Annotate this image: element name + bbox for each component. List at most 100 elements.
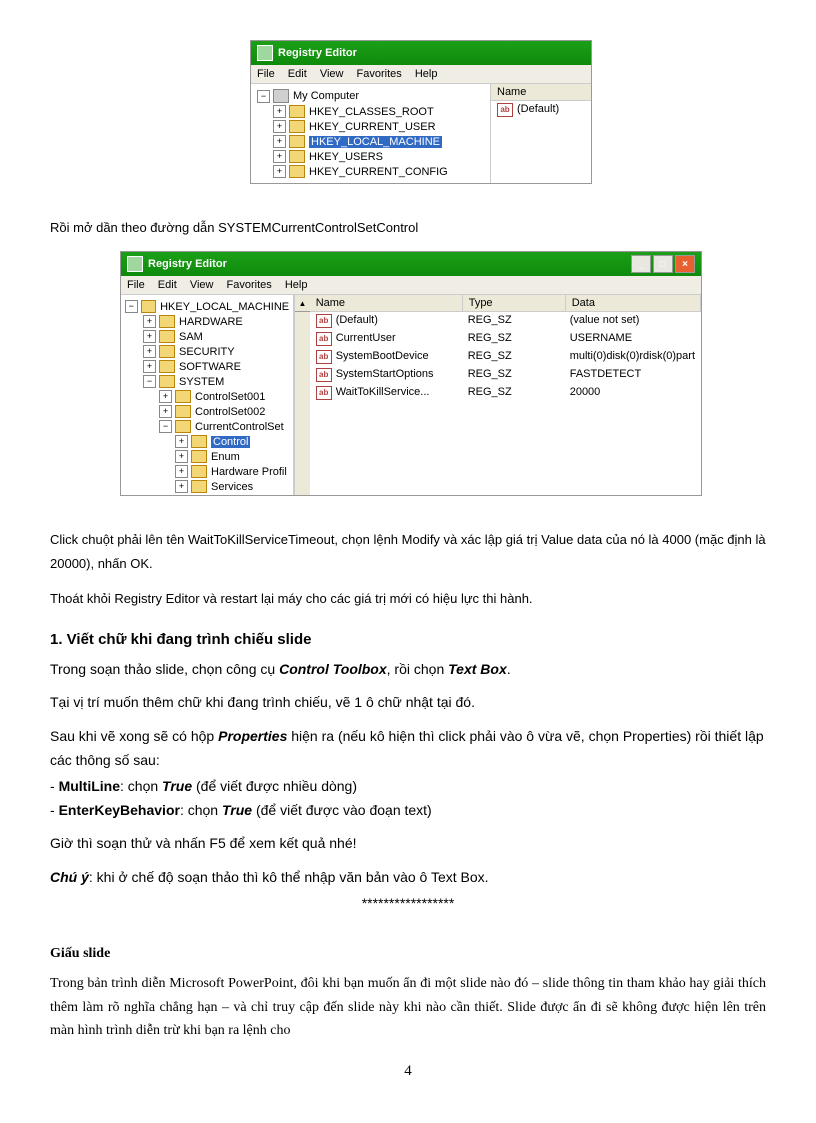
expand-icon[interactable]: + bbox=[175, 435, 188, 448]
menubar: File Edit View Favorites Help bbox=[251, 65, 591, 84]
minimize-button[interactable]: _ bbox=[631, 255, 651, 273]
expand-icon[interactable]: + bbox=[273, 135, 286, 148]
value-row[interactable]: abSystemStartOptionsREG_SZFASTDETECT bbox=[310, 366, 701, 384]
expand-icon[interactable]: + bbox=[143, 345, 156, 358]
window-buttons: _ □ × bbox=[631, 255, 695, 273]
collapse-icon[interactable]: − bbox=[143, 375, 156, 388]
folder-icon bbox=[289, 150, 305, 163]
folder-icon bbox=[159, 315, 175, 328]
menu-edit[interactable]: Edit bbox=[158, 279, 177, 291]
column-header-type[interactable]: Type bbox=[463, 295, 566, 311]
expand-icon[interactable]: + bbox=[159, 390, 172, 403]
tree-item-selected[interactable]: +Control bbox=[125, 434, 289, 449]
menu-view[interactable]: View bbox=[190, 279, 214, 291]
titlebar: Registry Editor _ □ × bbox=[121, 252, 701, 276]
tree-item[interactable]: +HKEY_USERS bbox=[255, 149, 486, 164]
tree-item[interactable]: +ControlSet002 bbox=[125, 404, 289, 419]
values-panel: Name ab(Default) bbox=[490, 84, 591, 183]
scroll-up-icon[interactable]: ▲ bbox=[295, 295, 310, 312]
tree-item[interactable]: +SAM bbox=[125, 329, 289, 344]
regedit-icon bbox=[257, 45, 273, 61]
menu-file[interactable]: File bbox=[257, 68, 275, 80]
string-icon: ab bbox=[316, 350, 332, 364]
expand-icon[interactable]: + bbox=[273, 120, 286, 133]
value-row[interactable]: abWaitToKillService...REG_SZ20000 bbox=[310, 384, 701, 402]
tree-item[interactable]: +Hardware Profil bbox=[125, 464, 289, 479]
string-icon: ab bbox=[316, 386, 332, 400]
heading-2: Giấu slide bbox=[50, 946, 766, 962]
column-header-name[interactable]: Name bbox=[310, 295, 463, 311]
expand-icon[interactable]: + bbox=[273, 150, 286, 163]
tree-panel: −My Computer +HKEY_CLASSES_ROOT +HKEY_CU… bbox=[251, 84, 490, 183]
tree-item[interactable]: +HKEY_CLASSES_ROOT bbox=[255, 104, 486, 119]
tree-item[interactable]: +Enum bbox=[125, 449, 289, 464]
folder-icon bbox=[175, 420, 191, 433]
tree-root[interactable]: −My Computer bbox=[255, 88, 486, 104]
folder-icon bbox=[289, 120, 305, 133]
column-header-data[interactable]: Data bbox=[566, 295, 701, 311]
tree-item[interactable]: +HKEY_CURRENT_CONFIG bbox=[255, 164, 486, 179]
collapse-icon[interactable]: − bbox=[125, 300, 138, 313]
folder-icon bbox=[175, 390, 191, 403]
heading-1: 1. Viết chữ khi đang trình chiếu slide bbox=[50, 631, 766, 648]
folder-icon bbox=[191, 435, 207, 448]
tree-item[interactable]: LastKnownGoodRec bbox=[125, 494, 289, 495]
value-row[interactable]: ab(Default) bbox=[491, 101, 591, 119]
computer-icon bbox=[273, 89, 289, 103]
string-icon: ab bbox=[497, 103, 513, 117]
maximize-button[interactable]: □ bbox=[653, 255, 673, 273]
window-title: Registry Editor bbox=[148, 258, 227, 270]
tree-item-selected[interactable]: +HKEY_LOCAL_MACHINE bbox=[255, 134, 486, 149]
expand-icon[interactable]: + bbox=[143, 330, 156, 343]
paragraph: Trong bản trình diễn Microsoft PowerPoin… bbox=[50, 972, 766, 1043]
folder-icon bbox=[175, 405, 191, 418]
expand-icon[interactable]: + bbox=[175, 450, 188, 463]
tree-item[interactable]: −SYSTEM bbox=[125, 374, 289, 389]
tree-root[interactable]: −HKEY_LOCAL_MACHINE bbox=[125, 299, 289, 314]
expand-icon[interactable]: + bbox=[175, 465, 188, 478]
folder-icon bbox=[159, 375, 175, 388]
folder-icon bbox=[289, 105, 305, 118]
tree-panel: −HKEY_LOCAL_MACHINE +HARDWARE +SAM +SECU… bbox=[121, 295, 294, 495]
expand-icon[interactable]: + bbox=[273, 105, 286, 118]
tree-item[interactable]: +Services bbox=[125, 479, 289, 494]
folder-icon bbox=[191, 450, 207, 463]
menu-help[interactable]: Help bbox=[415, 68, 438, 80]
menu-view[interactable]: View bbox=[320, 68, 344, 80]
tree-item[interactable]: +SOFTWARE bbox=[125, 359, 289, 374]
expand-icon[interactable]: + bbox=[159, 405, 172, 418]
tree-item[interactable]: +HKEY_CURRENT_USER bbox=[255, 119, 486, 134]
expand-icon[interactable]: + bbox=[143, 360, 156, 373]
value-row[interactable]: abCurrentUserREG_SZUSERNAME bbox=[310, 330, 701, 348]
list-header: Name Type Data bbox=[310, 295, 701, 312]
tree-item[interactable]: +ControlSet001 bbox=[125, 389, 289, 404]
column-header-name[interactable]: Name bbox=[491, 84, 591, 101]
regedit-icon bbox=[127, 256, 143, 272]
menu-edit[interactable]: Edit bbox=[288, 68, 307, 80]
body-text: Trong soạn thảo slide, chọn công cụ Cont… bbox=[50, 658, 766, 916]
value-row[interactable]: ab(Default)REG_SZ(value not set) bbox=[310, 312, 701, 330]
collapse-icon[interactable]: − bbox=[159, 420, 172, 433]
expand-icon[interactable]: + bbox=[175, 480, 188, 493]
close-button[interactable]: × bbox=[675, 255, 695, 273]
paragraph: Thoát khỏi Registry Editor và restart lạ… bbox=[50, 587, 766, 610]
tree-item[interactable]: −CurrentControlSet bbox=[125, 419, 289, 434]
tree-scrollbar[interactable]: ▲ bbox=[294, 295, 310, 495]
folder-icon bbox=[289, 165, 305, 178]
folder-icon bbox=[191, 480, 207, 493]
registry-editor-window-1: Registry Editor File Edit View Favorites… bbox=[250, 40, 592, 184]
expand-icon[interactable]: + bbox=[143, 315, 156, 328]
value-row[interactable]: abSystemBootDeviceREG_SZmulti(0)disk(0)r… bbox=[310, 348, 701, 366]
menu-favorites[interactable]: Favorites bbox=[357, 68, 402, 80]
page-number: 4 bbox=[50, 1063, 766, 1080]
tree-item[interactable]: +SECURITY bbox=[125, 344, 289, 359]
collapse-icon[interactable]: − bbox=[257, 90, 270, 103]
paragraph: Rồi mở dần theo đường dẫn SYSTEMCurrentC… bbox=[50, 216, 766, 239]
window-title: Registry Editor bbox=[278, 47, 357, 59]
menu-file[interactable]: File bbox=[127, 279, 145, 291]
menubar: File Edit View Favorites Help bbox=[121, 276, 701, 295]
tree-item[interactable]: +HARDWARE bbox=[125, 314, 289, 329]
menu-favorites[interactable]: Favorites bbox=[227, 279, 272, 291]
expand-icon[interactable]: + bbox=[273, 165, 286, 178]
menu-help[interactable]: Help bbox=[285, 279, 308, 291]
